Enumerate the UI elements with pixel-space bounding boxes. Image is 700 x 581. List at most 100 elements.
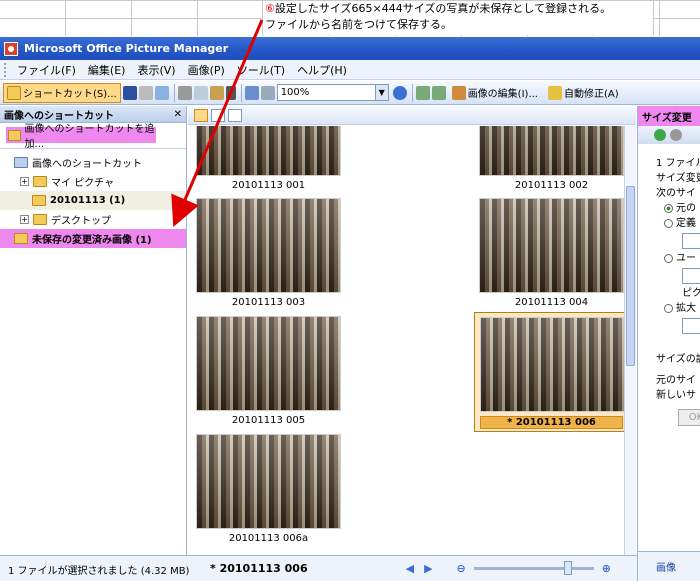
edit-picture-icon xyxy=(451,85,466,100)
help-icon[interactable] xyxy=(392,85,407,100)
current-filename: * 20101113 006 xyxy=(210,561,308,575)
redo-icon[interactable] xyxy=(260,85,275,100)
tree-item-label: デスクトップ xyxy=(51,216,111,227)
toolbar-grip-icon[interactable] xyxy=(4,62,7,77)
photo-thumbnail xyxy=(196,126,341,176)
photo-thumbnail xyxy=(196,316,341,411)
resize-section-heading: サイズ変更 xyxy=(656,173,700,184)
tree-item-label: 未保存の変更済み画像 (1) xyxy=(32,235,152,246)
single-view-icon[interactable] xyxy=(228,108,242,122)
picture-manager-icon xyxy=(4,41,18,56)
thumbnail-caption: 20101113 001 xyxy=(231,180,306,191)
window-titlebar: Microsoft Office Picture Manager xyxy=(0,37,700,60)
back-icon[interactable] xyxy=(654,129,666,141)
zoom-select[interactable]: 100% ▼ xyxy=(276,84,389,101)
email-icon[interactable] xyxy=(154,85,169,100)
selection-count-text: 1 ファイル xyxy=(656,158,700,169)
tree-item-20101113[interactable]: 20101113 (1) xyxy=(0,191,186,210)
thumbnail-view-icon[interactable] xyxy=(194,108,208,122)
zoom-value: 100% xyxy=(280,87,310,98)
shortcut-button-label: ショートカット(S)... xyxy=(23,89,117,100)
predefined-size-select[interactable] xyxy=(682,233,700,249)
radio-original[interactable] xyxy=(664,203,673,213)
previous-icon[interactable]: ◀ xyxy=(406,562,414,575)
percent-input[interactable] xyxy=(682,318,700,334)
close-icon[interactable]: ✕ xyxy=(174,109,182,120)
option-custom[interactable]: ユー xyxy=(638,251,700,266)
toolbar-separator xyxy=(173,83,175,102)
thumbnail-item[interactable]: 20101113 003 xyxy=(196,198,341,308)
zoom-out-icon[interactable]: ⊖ xyxy=(457,562,466,575)
cut-icon[interactable] xyxy=(177,85,192,100)
photo-thumbnail xyxy=(196,434,341,529)
tree-item-unsaved[interactable]: 未保存の変更済み画像 (1) xyxy=(0,229,186,248)
edit-pictures-footer-link[interactable]: 画像 xyxy=(656,559,676,574)
rotate-right-icon[interactable] xyxy=(431,85,446,100)
menu-edit[interactable]: 編集(E) xyxy=(82,62,132,78)
vertical-scrollbar[interactable] xyxy=(624,126,636,555)
thumbnail-item[interactable]: 20101113 004 xyxy=(479,198,624,308)
forward-icon[interactable] xyxy=(670,129,682,141)
radio-custom[interactable] xyxy=(664,253,673,263)
save-icon[interactable] xyxy=(122,85,137,100)
thumbnail-area: 20101113 001 20101113 002 20101113 003 2… xyxy=(188,106,636,555)
expand-icon[interactable]: + xyxy=(20,215,29,224)
add-shortcut-link[interactable]: 画像へのショートカットを追加... xyxy=(6,124,156,150)
menu-bar: ファイル(F) 編集(E) 表示(V) 画像(P) ツール(T) ヘルプ(H) xyxy=(0,60,700,80)
autofix-button[interactable]: 自動修正(A) xyxy=(544,83,623,103)
menu-tools[interactable]: ツール(T) xyxy=(231,62,291,78)
custom-width-input[interactable] xyxy=(682,268,700,284)
chevron-down-icon[interactable]: ▼ xyxy=(374,85,388,100)
delete-icon[interactable] xyxy=(225,85,236,100)
thumbnail-item-selected[interactable]: * 20101113 006 xyxy=(474,312,624,432)
print-icon[interactable] xyxy=(138,85,153,100)
next-icon[interactable]: ▶ xyxy=(424,562,432,575)
thumbnail-item[interactable]: 20101113 001 xyxy=(196,126,341,191)
option-label: 元の xyxy=(676,203,696,214)
rotate-left-icon[interactable] xyxy=(415,85,430,100)
thumbnail-item[interactable]: 20101113 005 xyxy=(196,316,341,426)
zoom-in-icon[interactable]: ⊕ xyxy=(602,562,611,575)
scrollbar-thumb[interactable] xyxy=(626,186,635,366)
undo-icon[interactable] xyxy=(244,85,259,100)
thumbnail-grid: 20101113 001 20101113 002 20101113 003 2… xyxy=(188,126,624,555)
toolbar-separator xyxy=(411,83,413,102)
menu-picture[interactable]: 画像(P) xyxy=(182,62,231,78)
shortcut-button[interactable]: ショートカット(S)... xyxy=(3,82,121,103)
menu-help[interactable]: ヘルプ(H) xyxy=(291,62,353,78)
ok-button[interactable]: OK xyxy=(678,409,700,426)
autofix-icon xyxy=(547,85,562,100)
resize-pane-header: サイズ変更 xyxy=(638,106,700,126)
standard-toolbar: ショートカット(S)... 100% ▼ 画像の編集(I)... 自動修正(A) xyxy=(0,81,700,105)
option-original[interactable]: 元の xyxy=(638,201,700,216)
copy-icon[interactable] xyxy=(193,85,208,100)
option-label: ユー xyxy=(676,253,696,264)
edit-picture-button[interactable]: 画像の編集(I)... xyxy=(448,83,542,103)
add-folder-icon xyxy=(8,129,21,141)
thumbnail-item[interactable]: 20101113 006a xyxy=(196,434,341,544)
add-shortcut-label: 画像へのショートカットを追加... xyxy=(24,124,155,150)
tree-item-desktop[interactable]: + デスクトップ xyxy=(0,210,186,229)
radio-predefined[interactable] xyxy=(664,218,673,228)
radio-percent[interactable] xyxy=(664,303,673,313)
filmstrip-view-icon[interactable] xyxy=(211,108,225,122)
annotation-line-1: 設定したサイズ665×444サイズの写真が未保存として登録される。 xyxy=(274,2,612,15)
paste-icon[interactable] xyxy=(209,85,224,100)
menu-view[interactable]: 表示(V) xyxy=(131,62,181,78)
option-percent[interactable]: 拡大 xyxy=(638,301,700,316)
view-toolbar xyxy=(188,106,636,125)
expand-icon[interactable]: + xyxy=(20,177,29,186)
menu-file[interactable]: ファイル(F) xyxy=(11,62,82,78)
annotation-note: ⑥設定したサイズ665×444サイズの写真が未保存として登録される。 ファイルか… xyxy=(262,1,654,35)
tree-item-shortcuts[interactable]: 画像へのショートカット xyxy=(0,153,186,172)
thumbnail-item[interactable]: 20101113 002 xyxy=(479,126,624,191)
new-size-text: 新しいサ xyxy=(656,390,696,401)
option-predefined[interactable]: 定義 xyxy=(638,216,700,231)
zoom-slider[interactable] xyxy=(473,560,594,575)
zoom-slider-handle[interactable] xyxy=(563,560,572,575)
unsaved-images-icon xyxy=(14,233,28,244)
resize-option-label: 次のサイ xyxy=(656,188,696,199)
tree-item-label: マイ ピクチャ xyxy=(51,178,115,189)
tree-item-my-pictures[interactable]: + マイ ピクチャ xyxy=(0,172,186,191)
pixel-label: ピク xyxy=(682,288,700,299)
